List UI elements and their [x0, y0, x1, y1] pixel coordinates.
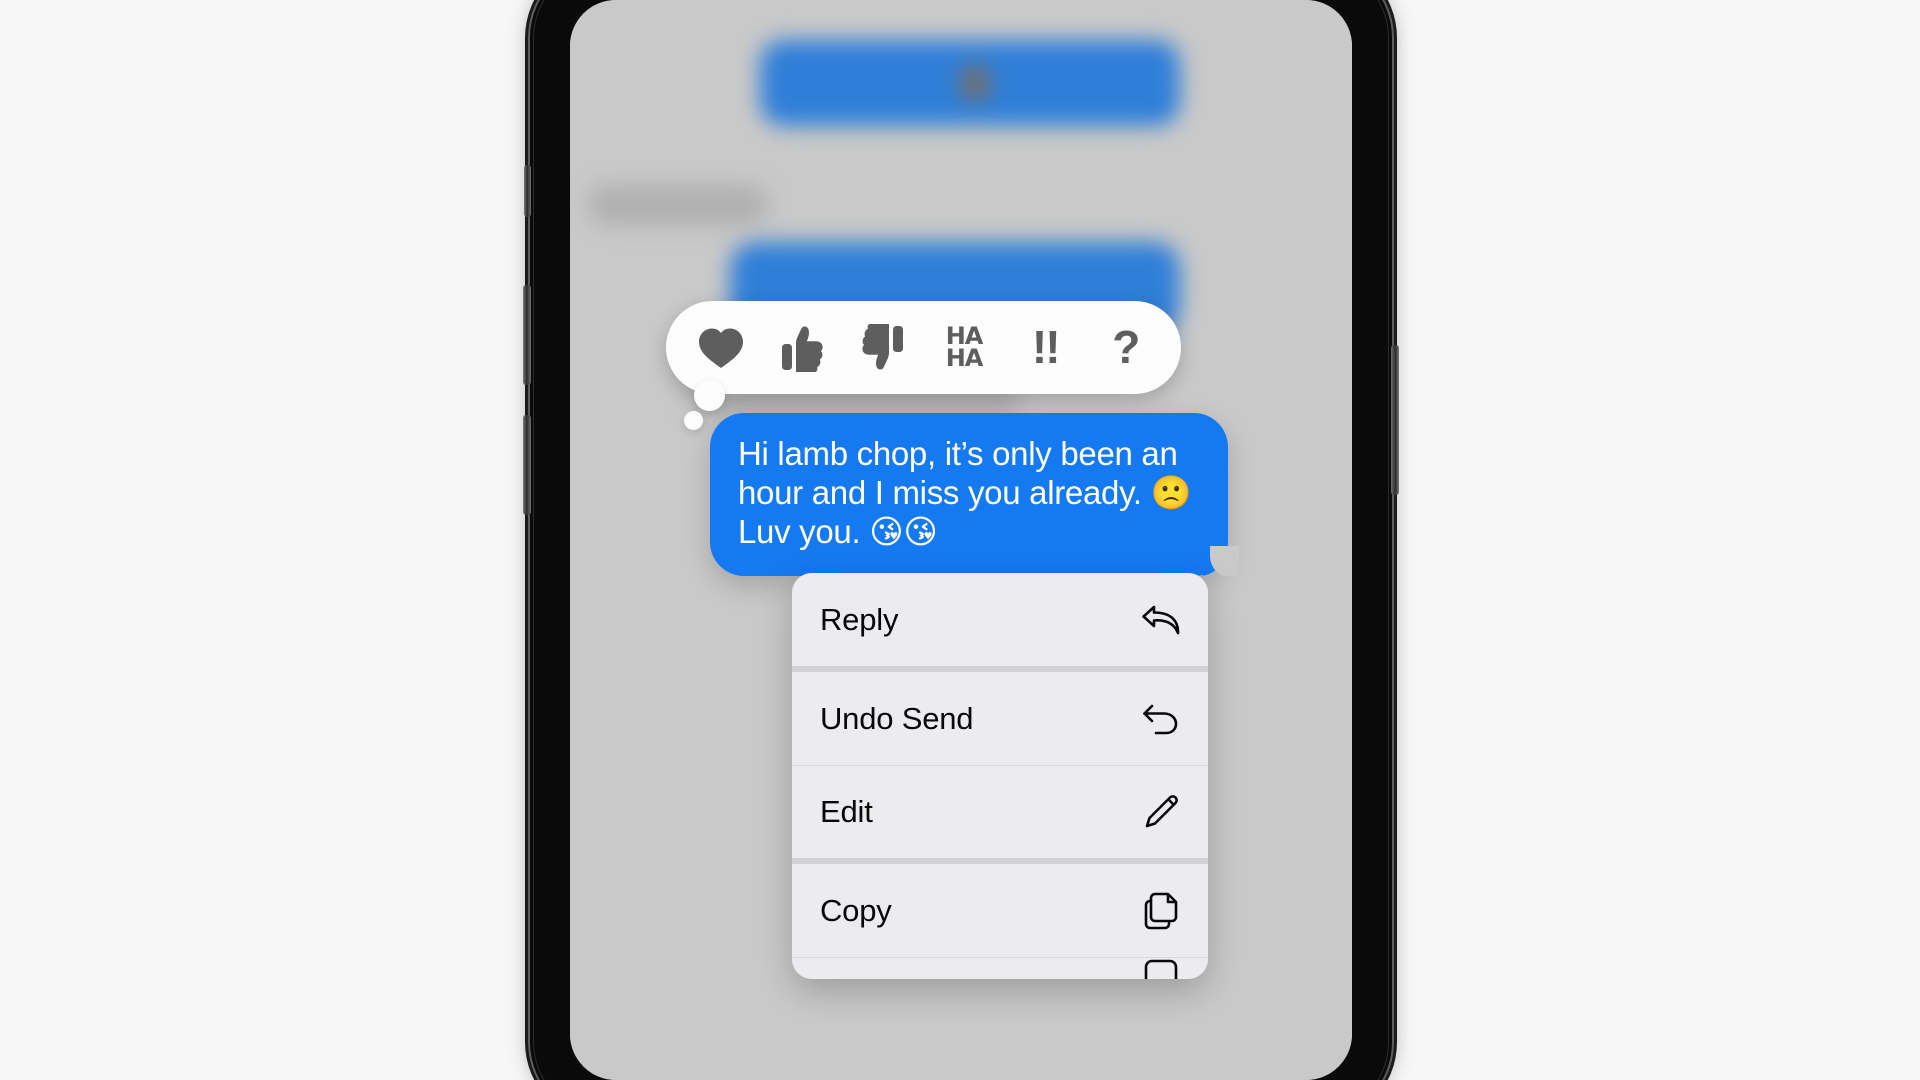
volume-down-button[interactable]: [523, 415, 531, 515]
tapback-thumbs-up-icon[interactable]: [769, 315, 835, 381]
context-menu-group-1: Reply: [792, 573, 1208, 666]
tapback-question-glyph: ?: [1112, 321, 1141, 374]
tapback-reaction-bar: HA HA !! ?: [666, 301, 1181, 394]
context-menu-item-label: Edit: [820, 794, 873, 829]
pencil-icon: [1140, 791, 1182, 833]
context-menu-item-label: Reply: [820, 601, 899, 637]
tapback-question-icon[interactable]: ?: [1093, 315, 1159, 381]
ringer-switch[interactable]: [524, 165, 531, 217]
context-menu-item-undo-send[interactable]: Undo Send: [792, 672, 1208, 765]
reply-arrow-icon: [1140, 599, 1182, 641]
copy-documents-icon: [1140, 890, 1182, 932]
tapback-heart-icon[interactable]: [688, 315, 754, 381]
context-menu-item-reply[interactable]: Reply: [792, 573, 1208, 666]
tapback-tail-dot-small: [684, 411, 703, 430]
tapback-exclamation-glyph: !!: [1031, 321, 1061, 374]
message-text: Hi lamb chop, it’s only been an hour and…: [738, 435, 1192, 550]
partial-icon: [1140, 958, 1182, 979]
message-bubble-tail: [1203, 541, 1239, 576]
context-menu-item-edit[interactable]: Edit: [792, 765, 1208, 858]
context-menu-item-partial-next[interactable]: [792, 957, 1208, 979]
tapback-exclamation-icon[interactable]: !!: [1012, 315, 1078, 381]
tapback-thumbs-down-icon[interactable]: [850, 315, 916, 381]
phone-screen: HA HA !! ? Hi lamb chop, it’s only been …: [570, 0, 1352, 1080]
blurred-outgoing-bubble-1: [760, 40, 1180, 126]
side-power-button[interactable]: [1391, 345, 1399, 495]
page-background: HA HA !! ? Hi lamb chop, it’s only been …: [0, 0, 1920, 1080]
tapback-haha-icon[interactable]: HA HA: [931, 315, 997, 381]
blurred-incoming-bubble-1: [588, 185, 768, 225]
tapback-tail-dot-large: [694, 380, 725, 411]
volume-up-button[interactable]: [523, 285, 531, 385]
tapback-haha-line-2: HA: [945, 343, 984, 372]
context-menu-item-label: Undo Send: [820, 700, 974, 736]
message-context-menu: Reply Undo Send Edit Copy: [792, 573, 1208, 979]
blurred-emoji: [961, 65, 988, 100]
iphone-device-frame: HA HA !! ? Hi lamb chop, it’s only been …: [523, 0, 1399, 1080]
context-menu-item-label: Copy: [820, 892, 892, 928]
context-menu-group-2: Undo Send Edit: [792, 666, 1208, 858]
outgoing-message-bubble[interactable]: Hi lamb chop, it’s only been an hour and…: [710, 413, 1239, 576]
undo-arrow-icon: [1140, 698, 1182, 740]
context-menu-item-copy[interactable]: Copy: [792, 864, 1208, 957]
context-menu-group-3: Copy: [792, 858, 1208, 979]
